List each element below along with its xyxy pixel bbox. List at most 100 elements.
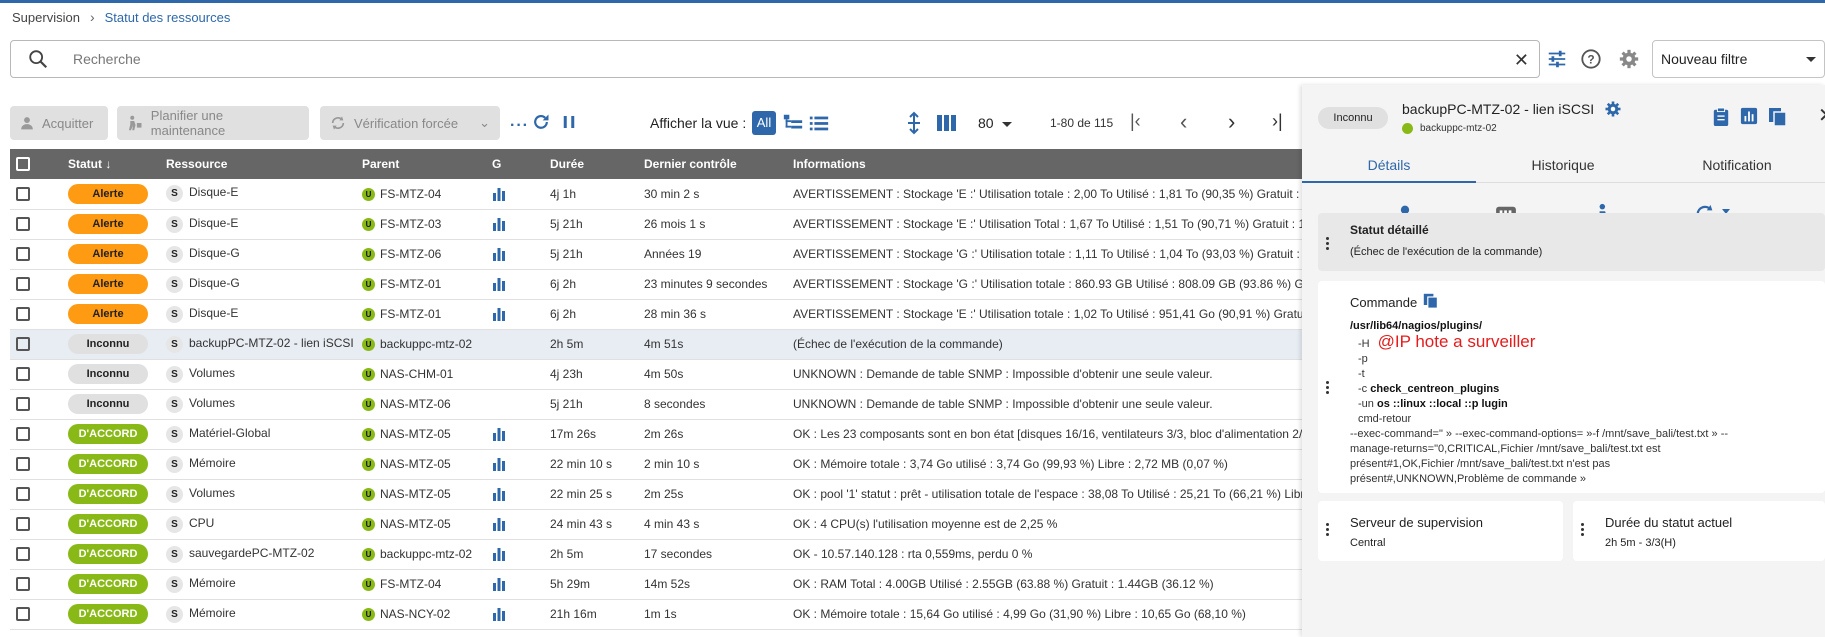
table-row[interactable]: Alerte S Disque-E U FS-MTZ-01 6j 2h 28 min 36 … bbox=[10, 299, 1302, 330]
row-checkbox[interactable] bbox=[10, 509, 62, 540]
gear-icon[interactable] bbox=[1618, 48, 1640, 70]
drag-handle-icon[interactable] bbox=[1581, 523, 1585, 538]
resource-cell[interactable]: S Volumes bbox=[160, 359, 356, 390]
table-row[interactable]: D'ACCORD S Mémoire U NAS-MTZ-05 22 min 10 s2 … bbox=[10, 449, 1302, 480]
refresh-icon[interactable] bbox=[531, 112, 551, 132]
parent-cell[interactable]: U FS-MTZ-03 bbox=[356, 209, 486, 240]
parent-cell[interactable]: U NAS-NCY-02 bbox=[356, 599, 486, 630]
resource-cell[interactable]: S Volumes bbox=[160, 389, 356, 420]
column-header-last-check[interactable]: Dernier contrôle bbox=[638, 149, 787, 179]
parent-cell[interactable]: U NAS-MTZ-06 bbox=[356, 389, 486, 420]
parent-cell[interactable]: U NAS-MTZ-05 bbox=[356, 449, 486, 480]
table-row[interactable]: Inconnu S Volumes U NAS-CHM-01 4j 23h 4m 50s UN… bbox=[10, 359, 1302, 390]
table-row[interactable]: D'ACCORD S CPU U NAS-MTZ-05 24 min 43 s4 min … bbox=[10, 509, 1302, 540]
column-header-information[interactable]: Informations bbox=[787, 149, 1302, 179]
forced-check-button[interactable]: Vérification forcée ⌄ bbox=[320, 106, 500, 140]
resource-cell[interactable]: S Disque-G bbox=[160, 269, 356, 300]
tab-details[interactable]: Détails bbox=[1302, 148, 1476, 183]
table-row[interactable]: Alerte S Disque-E U FS-MTZ-03 5j 21h 26 mois 1… bbox=[10, 209, 1302, 240]
parent-cell[interactable]: Ubackuppc-mtz-02 bbox=[356, 329, 486, 360]
graph-icon[interactable] bbox=[492, 217, 506, 232]
row-checkbox[interactable] bbox=[10, 389, 62, 420]
schedule-maintenance-button[interactable]: Planifier une maintenance bbox=[117, 106, 309, 140]
clipboard-icon[interactable] bbox=[1712, 107, 1730, 127]
row-checkbox[interactable] bbox=[10, 179, 62, 210]
table-row[interactable]: Alerte S Disque-E U FS-MTZ-04 4j 1h 30 min 2 s… bbox=[10, 179, 1302, 210]
table-row[interactable]: D'ACCORD S Volumes U NAS-MTZ-05 22 min 25 s 2m… bbox=[10, 479, 1302, 510]
per-page-select[interactable]: 80 bbox=[978, 115, 1012, 131]
acknowledge-button[interactable]: Acquitter bbox=[10, 106, 108, 140]
parent-cell[interactable]: U NAS-MTZ-05 bbox=[356, 509, 486, 540]
gear-icon[interactable] bbox=[1604, 100, 1622, 118]
parent-cell[interactable]: U FS-MTZ-06 bbox=[356, 239, 486, 270]
row-checkbox[interactable] bbox=[10, 419, 62, 450]
panel-parent-name[interactable]: backuppc-mtz-02 bbox=[1420, 123, 1497, 134]
graph-icon[interactable] bbox=[492, 427, 506, 442]
table-row[interactable]: Alerte S Disque-G U FS-MTZ-01 6j 2h 23 minutes… bbox=[10, 269, 1302, 300]
graph-icon[interactable] bbox=[492, 607, 506, 622]
row-checkbox[interactable] bbox=[10, 299, 62, 330]
resource-cell[interactable]: S Mémoire bbox=[160, 569, 356, 600]
resource-cell[interactable]: S Matériel-Global bbox=[160, 419, 356, 450]
resource-cell[interactable]: SsauvegardePC-MTZ-02 bbox=[160, 539, 356, 570]
resource-cell[interactable]: S Disque-E bbox=[160, 179, 356, 210]
parent-cell[interactable]: U FS-MTZ-01 bbox=[356, 299, 486, 330]
more-icon[interactable]: ··· bbox=[510, 117, 529, 135]
tab-history[interactable]: Historique bbox=[1476, 148, 1650, 183]
table-row[interactable]: Inconnu S Volumes U NAS-MTZ-06 5j 21h 8 second… bbox=[10, 389, 1302, 420]
row-checkbox[interactable] bbox=[10, 449, 62, 480]
pause-icon[interactable] bbox=[560, 113, 578, 131]
table-row[interactable]: D'ACCORD S Mémoire U FS-MTZ-04 5h 29m 14m 52s O… bbox=[10, 569, 1302, 600]
tune-icon[interactable] bbox=[1546, 48, 1568, 70]
column-header-resource[interactable]: Ressource bbox=[160, 149, 356, 179]
row-checkbox[interactable] bbox=[10, 359, 62, 390]
table-row[interactable]: D'ACCORD S Mémoire U NAS-NCY-02 21h 16m 1m 1s O… bbox=[10, 599, 1302, 630]
resource-cell[interactable]: SbackupPC-MTZ-02 - lien iSCSI bbox=[160, 329, 356, 360]
search-input[interactable] bbox=[73, 51, 1473, 67]
parent-cell[interactable]: U FS-MTZ-04 bbox=[356, 179, 486, 210]
help-icon[interactable]: ? bbox=[1580, 48, 1602, 70]
resource-cell[interactable]: S Disque-E bbox=[160, 299, 356, 330]
first-page-icon[interactable]: |‹ bbox=[1130, 111, 1141, 132]
breadcrumb-root[interactable]: Supervision bbox=[12, 10, 80, 25]
previous-page-icon[interactable]: ‹ bbox=[1180, 109, 1187, 135]
chart-icon[interactable] bbox=[1740, 107, 1758, 125]
resource-cell[interactable]: S CPU bbox=[160, 509, 356, 540]
table-row[interactable]: D'ACCORD S Matériel-Global U NAS-MTZ-05 17m 2… bbox=[10, 419, 1302, 450]
parent-cell[interactable]: U NAS-CHM-01 bbox=[356, 359, 486, 390]
row-checkbox[interactable] bbox=[10, 269, 62, 300]
view-all-button[interactable]: All bbox=[752, 111, 776, 135]
select-all-checkbox[interactable] bbox=[10, 149, 62, 179]
graph-icon[interactable] bbox=[492, 457, 506, 472]
breadcrumb-current[interactable]: Statut des ressources bbox=[105, 10, 231, 25]
column-header-duration[interactable]: Durée bbox=[544, 149, 638, 179]
column-header-parent[interactable]: Parent bbox=[356, 149, 486, 179]
row-checkbox[interactable] bbox=[10, 239, 62, 270]
graph-icon[interactable] bbox=[492, 517, 506, 532]
resource-cell[interactable]: S Mémoire bbox=[160, 449, 356, 480]
graph-icon[interactable] bbox=[492, 547, 506, 562]
resource-cell[interactable]: S Disque-E bbox=[160, 209, 356, 240]
list-view-icon[interactable] bbox=[808, 112, 830, 134]
parent-cell[interactable]: U NAS-MTZ-05 bbox=[356, 419, 486, 450]
copy-icon[interactable] bbox=[1768, 107, 1788, 127]
column-header-status[interactable]: Statut ↓ bbox=[62, 149, 160, 179]
table-row[interactable]: Inconnu SbackupPC-MTZ-02 - lien iSCSI Ubac… bbox=[10, 329, 1302, 360]
drag-handle-icon[interactable] bbox=[1326, 381, 1330, 396]
resource-cell[interactable]: S Disque-G bbox=[160, 239, 356, 270]
row-checkbox[interactable] bbox=[10, 599, 62, 630]
row-checkbox[interactable] bbox=[10, 479, 62, 510]
parent-cell[interactable]: Ubackuppc-mtz-02 bbox=[356, 539, 486, 570]
columns-icon[interactable] bbox=[936, 113, 958, 133]
copy-icon[interactable] bbox=[1423, 292, 1439, 310]
next-page-icon[interactable]: › bbox=[1228, 109, 1235, 135]
row-checkbox[interactable] bbox=[10, 539, 62, 570]
tree-view-icon[interactable] bbox=[782, 112, 804, 134]
table-row[interactable]: D'ACCORD SsauvegardePC-MTZ-02 Ubackuppc-mt… bbox=[10, 539, 1302, 570]
parent-cell[interactable]: U NAS-MTZ-05 bbox=[356, 479, 486, 510]
clear-icon[interactable]: ✕ bbox=[1514, 50, 1529, 71]
row-checkbox[interactable] bbox=[10, 329, 62, 360]
row-checkbox[interactable] bbox=[10, 209, 62, 240]
filter-select[interactable]: Nouveau filtre bbox=[1652, 40, 1825, 78]
chevron-down-icon[interactable]: ⌄ bbox=[479, 115, 490, 131]
